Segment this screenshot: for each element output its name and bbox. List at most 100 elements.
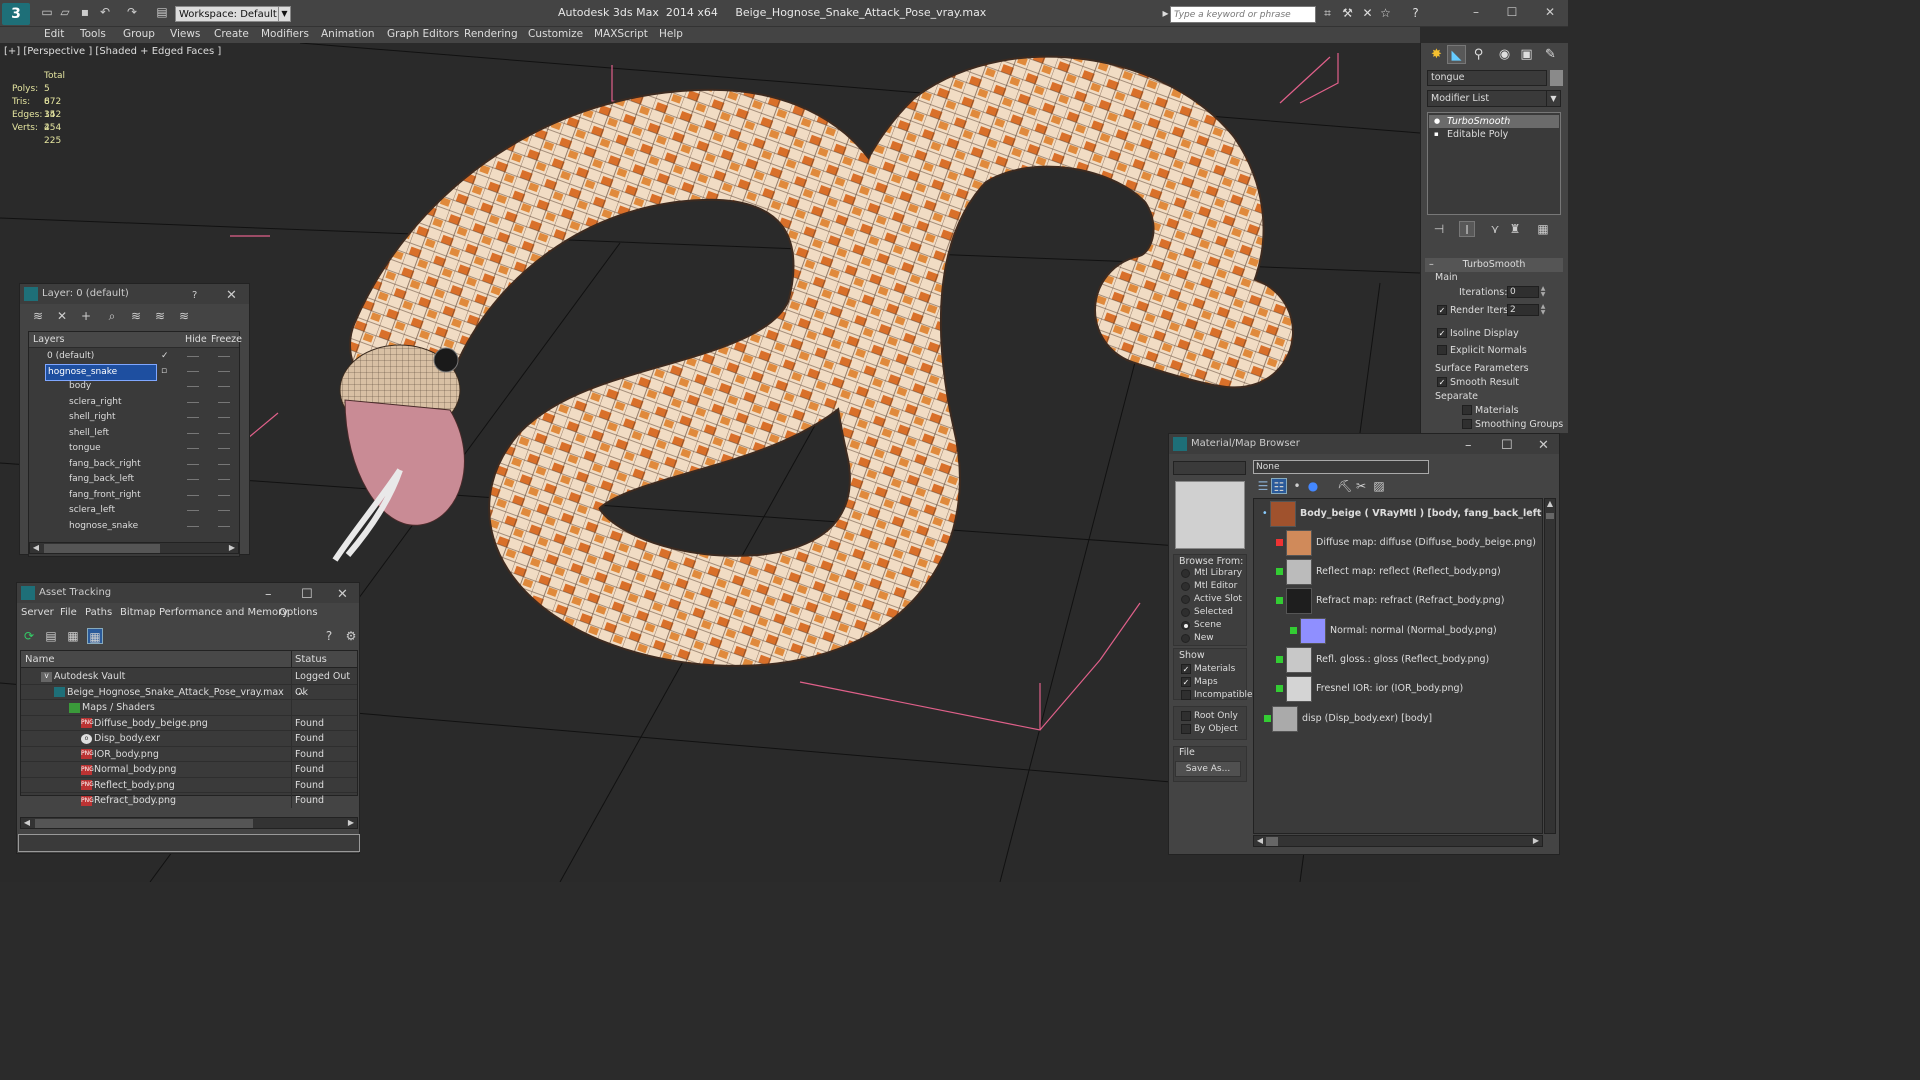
pin-stack-icon[interactable]: ⊣	[1431, 221, 1447, 237]
scroll-thumb[interactable]	[1546, 513, 1554, 519]
close-icon[interactable]: ✕	[226, 286, 237, 306]
material-browser-title[interactable]: Material/Map Browser – ☐ ✕	[1169, 434, 1559, 454]
settings-icon[interactable]: ⚙	[343, 628, 359, 644]
materials-checkbox[interactable]	[1462, 405, 1472, 415]
maximize-icon[interactable]: ☐	[301, 585, 313, 605]
layer-object-row[interactable]: fang_back_right	[29, 457, 239, 472]
render-iters-checkbox[interactable]: ✓	[1437, 305, 1447, 315]
open-file-icon[interactable]: ▱	[58, 5, 72, 19]
scroll-left-icon[interactable]: ◀	[21, 818, 33, 828]
layer-object-row[interactable]: shell_right	[29, 410, 239, 425]
iterations-spinner[interactable]: 0	[1507, 286, 1539, 298]
layer-row[interactable]: 0 (default) ✓	[29, 349, 239, 364]
menu-graph-editors[interactable]: Graph Editors	[387, 28, 459, 40]
hide-all-layers-icon[interactable]: ≋	[152, 308, 168, 324]
list-view-icon[interactable]: ☰	[1255, 478, 1271, 494]
object-name-field[interactable]: tongue	[1427, 70, 1547, 86]
by-object-checkbox[interactable]	[1181, 724, 1191, 734]
expand-dot-icon[interactable]: •	[1262, 500, 1268, 528]
spinner-arrows-icon[interactable]: ▲ ▼	[1539, 304, 1547, 316]
save-file-icon[interactable]: ▪	[78, 5, 92, 19]
delete-icon[interactable]: ✂	[1353, 478, 1369, 494]
layer-dialog-title[interactable]: Layer: 0 (default) ? ✕	[20, 284, 249, 304]
asset-row[interactable]: PNGRefract_body.png Found	[21, 793, 357, 809]
menu-modifiers[interactable]: Modifiers	[261, 28, 309, 40]
scroll-right-icon[interactable]: ▶	[1530, 836, 1542, 846]
asset-row[interactable]: PNGDiffuse_body_beige.png Found	[21, 715, 357, 731]
pick-from-scene-icon[interactable]: ⛏	[1337, 478, 1353, 494]
render-iters-spinner[interactable]: 2	[1507, 304, 1539, 316]
layer-object-row[interactable]: fang_back_left	[29, 472, 239, 487]
create-tab-icon[interactable]: ✸	[1427, 45, 1446, 64]
minimize-icon[interactable]: –	[1465, 436, 1472, 456]
layer-object-row[interactable]: body	[29, 379, 239, 394]
menu-rendering[interactable]: Rendering	[464, 28, 518, 40]
help-icon[interactable]: ?	[321, 628, 337, 644]
hierarchy-tab-icon[interactable]: ⚲	[1469, 45, 1488, 64]
asset-row[interactable]: PNGReflect_body.png Found	[21, 777, 357, 793]
workspace-dropdown[interactable]: Workspace: Default ▼	[175, 6, 291, 22]
highlight-layer-icon[interactable]: ≋	[128, 308, 144, 324]
new-file-icon[interactable]: ▭	[40, 5, 54, 19]
layers-horizontal-scrollbar[interactable]: ◀ ▶	[29, 542, 239, 554]
asset-row[interactable]: PNGIOR_body.png Found	[21, 746, 357, 762]
asset-row[interactable]: V Autodesk Vault Logged Out ...	[21, 669, 357, 697]
show-materials-checkbox[interactable]: ✓	[1181, 664, 1191, 674]
layer-object-row[interactable]: shell_left	[29, 426, 239, 441]
col-name[interactable]: Name	[25, 654, 55, 665]
object-color-swatch[interactable]	[1550, 70, 1563, 86]
modify-tab-icon[interactable]: ◣	[1447, 45, 1466, 64]
favorites-star-icon[interactable]: ☆	[1378, 6, 1393, 21]
menu-customize[interactable]: Customize	[528, 28, 583, 40]
search-input[interactable]: Type a keyword or phrase	[1170, 6, 1316, 23]
modifier-list-dropdown[interactable]: Modifier List ▼	[1427, 90, 1561, 107]
menu-tools[interactable]: Tools	[80, 28, 106, 40]
freeze-all-layers-icon[interactable]: ≋	[176, 308, 192, 324]
asset-horizontal-scrollbar[interactable]: ◀ ▶	[20, 817, 358, 829]
radio-selected[interactable]	[1181, 608, 1190, 617]
asset-menu-bitmap-performance[interactable]: Bitmap Performance and Memory	[120, 607, 288, 618]
stack-item-editable-poly[interactable]: ▪ Editable Poly	[1429, 128, 1559, 141]
menu-views[interactable]: Views	[170, 28, 200, 40]
asset-path-field[interactable]	[18, 834, 360, 852]
maximize-icon[interactable]: ☐	[1501, 436, 1513, 456]
menu-edit[interactable]: Edit	[44, 28, 64, 40]
communication-icon[interactable]: ✕	[1360, 6, 1375, 21]
layer-object-row[interactable]: sclera_right	[29, 395, 239, 410]
name-filter-field[interactable]	[1173, 461, 1246, 475]
scroll-thumb[interactable]	[1266, 837, 1278, 846]
show-end-result-icon[interactable]: Ι	[1459, 221, 1475, 237]
maximize-window-icon[interactable]: ☐	[1502, 4, 1522, 20]
view-options-icon[interactable]: ▨	[1371, 478, 1387, 494]
radio-mtl-library[interactable]	[1181, 569, 1190, 578]
list-view-icon[interactable]: ▤	[43, 628, 59, 644]
expand-plus-icon[interactable]: ▪	[1434, 130, 1442, 138]
asset-row[interactable]: PNGNormal_body.png Found	[21, 762, 357, 778]
scroll-right-icon[interactable]: ▶	[226, 543, 238, 553]
isoline-display-checkbox[interactable]: ✓	[1437, 328, 1447, 338]
show-incompatible-checkbox[interactable]	[1181, 690, 1191, 700]
close-icon[interactable]: ✕	[337, 585, 348, 605]
create-layer-icon[interactable]: ≋	[30, 308, 46, 324]
display-tab-icon[interactable]: ▣	[1517, 45, 1536, 64]
redo-icon[interactable]: ↷	[125, 5, 139, 19]
refresh-icon[interactable]: ⟳	[21, 628, 37, 644]
asset-row[interactable]: o Disp_body.exr Found	[21, 731, 357, 747]
delete-layer-icon[interactable]: ✕	[54, 308, 70, 324]
select-objects-icon[interactable]: ⌕	[104, 308, 120, 324]
motion-tab-icon[interactable]: ◉	[1495, 45, 1514, 64]
material-tree-vertical-scrollbar[interactable]: ▲	[1544, 498, 1556, 834]
subscription-icon[interactable]: ⚒	[1340, 6, 1355, 21]
lightbulb-icon[interactable]: ●	[1434, 117, 1442, 125]
layer-object-row[interactable]: tongue	[29, 441, 239, 456]
make-unique-icon[interactable]: ⋎	[1487, 221, 1503, 237]
asset-row[interactable]: Maps / Shaders	[21, 700, 357, 716]
menu-create[interactable]: Create	[214, 28, 249, 40]
radio-scene[interactable]	[1181, 621, 1190, 630]
utilities-tab-icon[interactable]: ✎	[1541, 45, 1560, 64]
help-icon[interactable]: ?	[1408, 6, 1423, 21]
viewport-label[interactable]: [+] [Perspective ] [Shaded + Edged Faces…	[4, 46, 221, 57]
menu-animation[interactable]: Animation	[321, 28, 375, 40]
material-search-input[interactable]: None	[1253, 460, 1429, 474]
save-as-button[interactable]: Save As...	[1175, 761, 1241, 777]
